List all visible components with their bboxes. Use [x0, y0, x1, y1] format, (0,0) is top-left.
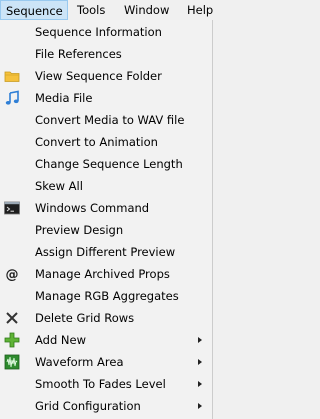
menu-item-change-sequence-length[interactable]: Change Sequence Length — [0, 153, 212, 175]
menu-item-label: Smooth To Fades Level — [35, 377, 166, 391]
folder-icon — [4, 71, 20, 82]
menu-item-label: Change Sequence Length — [35, 157, 183, 171]
green-plus-icon — [4, 332, 20, 348]
menu-item-label: Manage RGB Aggregates — [35, 289, 179, 303]
menu-item-manage-archived-props[interactable]: @ Manage Archived Props — [0, 263, 212, 285]
menu-window[interactable]: Window — [119, 0, 174, 20]
menu-item-label: Skew All — [35, 179, 83, 193]
waveform-icon — [4, 354, 20, 370]
menu-item-convert-media-to-wav[interactable]: Convert Media to WAV file — [0, 109, 212, 131]
menu-help[interactable]: Help — [182, 0, 218, 20]
submenu-arrow-icon — [198, 337, 202, 343]
menu-item-label: Assign Different Preview — [35, 245, 176, 259]
menu-item-assign-different-preview[interactable]: Assign Different Preview — [0, 241, 212, 263]
menu-item-preview-design[interactable]: Preview Design — [0, 219, 212, 241]
submenu-arrow-icon — [198, 381, 202, 387]
menu-item-label: Preview Design — [35, 223, 124, 237]
menu-item-add-new[interactable]: Add New — [0, 329, 212, 351]
menu-item-sequence-information[interactable]: Sequence Information — [0, 21, 212, 43]
svg-text:@: @ — [6, 268, 19, 283]
menu-item-smooth-to-fades-level[interactable]: Smooth To Fades Level — [0, 373, 212, 395]
menu-item-file-references[interactable]: File References — [0, 43, 212, 65]
menu-item-windows-command[interactable]: Windows Command — [0, 197, 212, 219]
menu-item-skew-all[interactable]: Skew All — [0, 175, 212, 197]
at-sign-icon: @ — [6, 268, 19, 283]
menu-item-grid-configuration[interactable]: Grid Configuration — [0, 395, 212, 417]
menu-item-label: Manage Archived Props — [35, 267, 170, 281]
menu-item-media-file[interactable]: Media File — [0, 87, 212, 109]
menu-item-label: File References — [35, 47, 122, 61]
menu-item-manage-rgb-aggregates[interactable]: Manage RGB Aggregates — [0, 285, 212, 307]
submenu-arrow-icon — [198, 403, 202, 409]
menu-item-delete-grid-rows[interactable]: Delete Grid Rows — [0, 307, 212, 329]
menu-item-label: View Sequence Folder — [35, 69, 162, 83]
submenu-arrow-icon — [198, 359, 202, 365]
x-icon — [6, 312, 18, 324]
menu-tools[interactable]: Tools — [72, 0, 110, 20]
menu-item-label: Windows Command — [35, 201, 150, 215]
menu-item-label: Convert to Animation — [35, 135, 158, 149]
menu-item-label: Media File — [35, 91, 93, 105]
menu-item-label: Grid Configuration — [35, 399, 141, 413]
music-note-icon — [5, 90, 19, 105]
menu-item-label: Waveform Area — [35, 355, 124, 369]
menu-item-convert-to-animation[interactable]: Convert to Animation — [0, 131, 212, 153]
menu-item-view-sequence-folder[interactable]: View Sequence Folder — [0, 65, 212, 87]
menu-item-label: Delete Grid Rows — [35, 311, 135, 325]
menu-item-waveform-area[interactable]: Waveform Area — [0, 351, 212, 373]
menu-item-label: Add New — [35, 333, 87, 347]
menu-sequence[interactable]: Sequence — [0, 0, 68, 20]
menu-item-label: Sequence Information — [35, 25, 162, 39]
menu-bar: Sequence Tools Window Help — [0, 0, 213, 21]
sequence-dropdown-menu: Sequence Information File References Vie… — [0, 20, 213, 419]
menu-item-label: Convert Media to WAV file — [35, 113, 185, 127]
command-prompt-icon — [4, 201, 20, 215]
